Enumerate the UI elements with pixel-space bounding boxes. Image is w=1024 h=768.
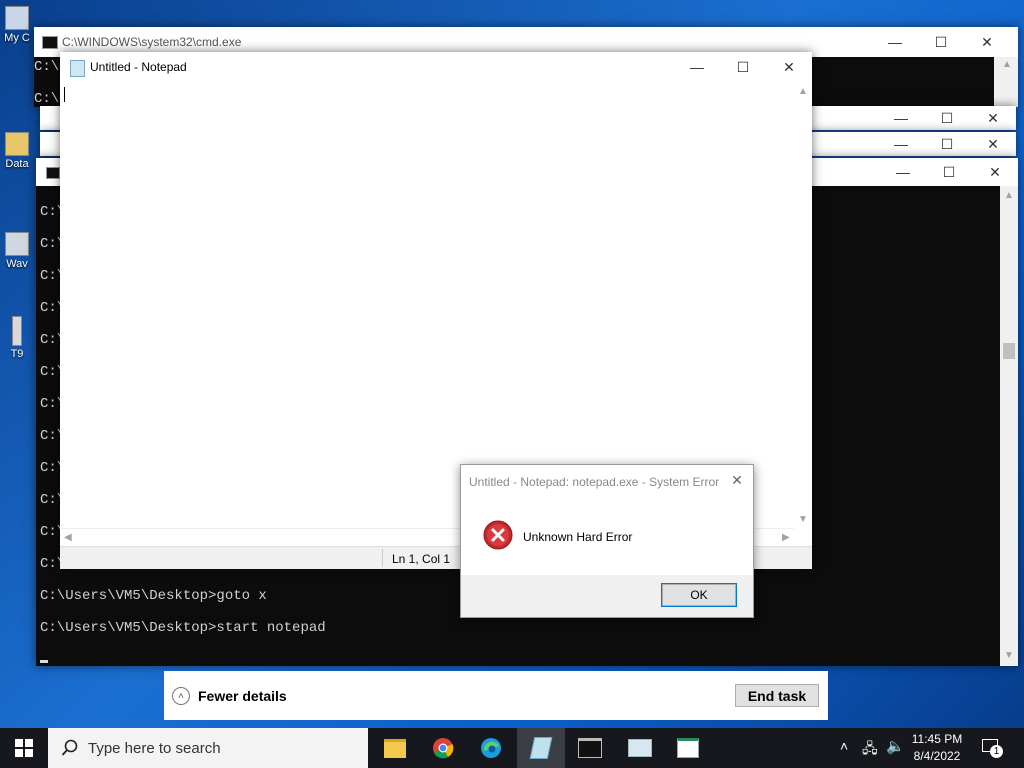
scroll-up-arrow-icon[interactable]: ▲ bbox=[1004, 190, 1014, 201]
notepad-icon bbox=[529, 737, 553, 759]
dialog-title: Untitled - Notepad: notepad.exe - System… bbox=[469, 475, 720, 489]
chrome-icon bbox=[433, 738, 454, 759]
maximize-button[interactable]: ☐ bbox=[918, 27, 964, 57]
taskbar-chrome[interactable] bbox=[419, 728, 467, 768]
cmd-icon bbox=[42, 36, 58, 49]
scroll-right-arrow-icon[interactable]: ▶ bbox=[782, 532, 790, 543]
minimize-button[interactable]: — bbox=[878, 106, 924, 130]
text-cursor bbox=[40, 660, 48, 663]
chevron-up-icon[interactable]: ˄ bbox=[840, 738, 848, 754]
fewer-details-link[interactable]: Fewer details bbox=[198, 688, 287, 704]
file-icon bbox=[12, 316, 22, 346]
notepad-title: Untitled - Notepad bbox=[90, 60, 187, 74]
chevron-up-icon[interactable]: ˄ bbox=[172, 687, 190, 705]
vertical-scrollbar[interactable]: ▲ bbox=[994, 57, 1018, 107]
text-caret bbox=[64, 87, 65, 102]
taskbar-edge[interactable] bbox=[467, 728, 515, 768]
cursor-position: Ln 1, Col 1 bbox=[392, 552, 451, 566]
vertical-scrollbar[interactable]: ▲ ▼ bbox=[1000, 186, 1018, 666]
minimize-button[interactable]: — bbox=[878, 132, 924, 156]
cmd-back-title: C:\WINDOWS\system32\cmd.exe bbox=[62, 35, 242, 49]
close-button[interactable]: ✕ bbox=[970, 132, 1016, 156]
maximize-button[interactable]: ☐ bbox=[720, 52, 766, 82]
desktop-icon-data[interactable]: Data bbox=[0, 132, 34, 170]
notepad-text-area[interactable] bbox=[60, 82, 794, 528]
close-button[interactable]: ✕ bbox=[964, 27, 1010, 57]
scroll-down-arrow-icon[interactable]: ▼ bbox=[798, 514, 808, 525]
minimize-button[interactable]: — bbox=[880, 158, 926, 186]
desktop-icon-t9[interactable]: T9 bbox=[0, 316, 34, 360]
taskbar-file-explorer[interactable] bbox=[371, 728, 419, 768]
notification-count: 1 bbox=[990, 745, 1003, 758]
maximize-button[interactable]: ☐ bbox=[924, 132, 970, 156]
system-error-dialog[interactable]: Untitled - Notepad: notepad.exe - System… bbox=[460, 464, 754, 618]
maximize-button[interactable]: ☐ bbox=[926, 158, 972, 186]
task-manager-footer: ˄ Fewer details End task bbox=[164, 671, 828, 720]
scroll-up-arrow-icon[interactable]: ▲ bbox=[798, 86, 808, 97]
vertical-scrollbar[interactable]: ▲ ▼ bbox=[794, 82, 812, 528]
computer-icon bbox=[5, 6, 29, 30]
task-manager-icon bbox=[628, 739, 652, 757]
cmd-icon bbox=[578, 738, 602, 758]
network-icon[interactable]: 🖧 bbox=[862, 738, 878, 762]
close-button[interactable]: ✕ bbox=[970, 106, 1016, 130]
desktop-icon-label: Wav bbox=[6, 258, 28, 270]
taskbar: Type here to search ˄ 🖧 🔈 11:45 PM 8/4/2 bbox=[0, 728, 1024, 768]
desktop-icon-label: My C bbox=[4, 32, 30, 44]
edge-icon bbox=[481, 738, 501, 758]
scroll-down-arrow-icon[interactable]: ▼ bbox=[1004, 650, 1014, 661]
console-line: C:\Users\VM5\Desktop>start notepad bbox=[40, 620, 326, 636]
search-placeholder: Type here to search bbox=[88, 740, 221, 757]
desktop-icon-label: T9 bbox=[10, 348, 24, 360]
volume-icon[interactable]: 🔈 bbox=[886, 737, 905, 755]
file-explorer-icon bbox=[384, 738, 406, 758]
scroll-thumb[interactable] bbox=[1003, 343, 1015, 359]
windows-logo-icon bbox=[15, 739, 33, 757]
app-window-icon bbox=[677, 738, 699, 758]
start-button[interactable] bbox=[0, 728, 48, 768]
desktop-icon-my-computer[interactable]: My C bbox=[0, 6, 34, 44]
clock-date: 8/4/2022 bbox=[913, 749, 961, 763]
scroll-left-arrow-icon[interactable]: ◀ bbox=[64, 532, 72, 543]
console-line: C:\ bbox=[34, 59, 60, 75]
close-icon[interactable]: ✕ bbox=[727, 470, 747, 490]
console-line: C:\ bbox=[34, 91, 60, 107]
console-line: C:\Users\VM5\Desktop>goto x bbox=[40, 588, 267, 604]
minimize-button[interactable]: — bbox=[872, 27, 918, 57]
cmd-icon bbox=[46, 167, 60, 179]
close-button[interactable]: ✕ bbox=[766, 52, 812, 82]
taskbar-app-window[interactable] bbox=[664, 728, 712, 768]
desktop-icon-label: Data bbox=[5, 158, 29, 170]
search-box[interactable]: Type here to search bbox=[48, 728, 368, 768]
end-task-button[interactable]: End task bbox=[735, 684, 819, 707]
dialog-footer: OK bbox=[461, 575, 753, 617]
folder-shortcut-icon bbox=[5, 132, 29, 156]
ok-button[interactable]: OK bbox=[661, 583, 737, 607]
minimize-button[interactable]: — bbox=[674, 52, 720, 82]
audio-file-icon bbox=[5, 232, 29, 256]
clock-time: 11:45 PM bbox=[911, 732, 963, 746]
taskbar-task-manager[interactable] bbox=[616, 728, 664, 768]
status-divider bbox=[382, 549, 383, 567]
maximize-button[interactable]: ☐ bbox=[924, 106, 970, 130]
notepad-titlebar[interactable]: Untitled - Notepad — ☐ ✕ bbox=[60, 52, 812, 82]
taskbar-cmd[interactable] bbox=[566, 728, 614, 768]
clock[interactable]: 11:45 PM 8/4/2022 bbox=[906, 731, 968, 765]
scroll-up-arrow-icon[interactable]: ▲ bbox=[1002, 59, 1012, 70]
notepad-icon bbox=[70, 60, 85, 77]
error-icon bbox=[483, 520, 513, 550]
notification-center-button[interactable]: 1 bbox=[980, 737, 1006, 761]
error-message: Unknown Hard Error bbox=[523, 530, 633, 544]
search-icon bbox=[61, 739, 78, 756]
close-button[interactable]: ✕ bbox=[972, 158, 1018, 186]
taskbar-notepad[interactable] bbox=[517, 728, 565, 768]
desktop-icon-wav[interactable]: Wav bbox=[0, 232, 34, 270]
